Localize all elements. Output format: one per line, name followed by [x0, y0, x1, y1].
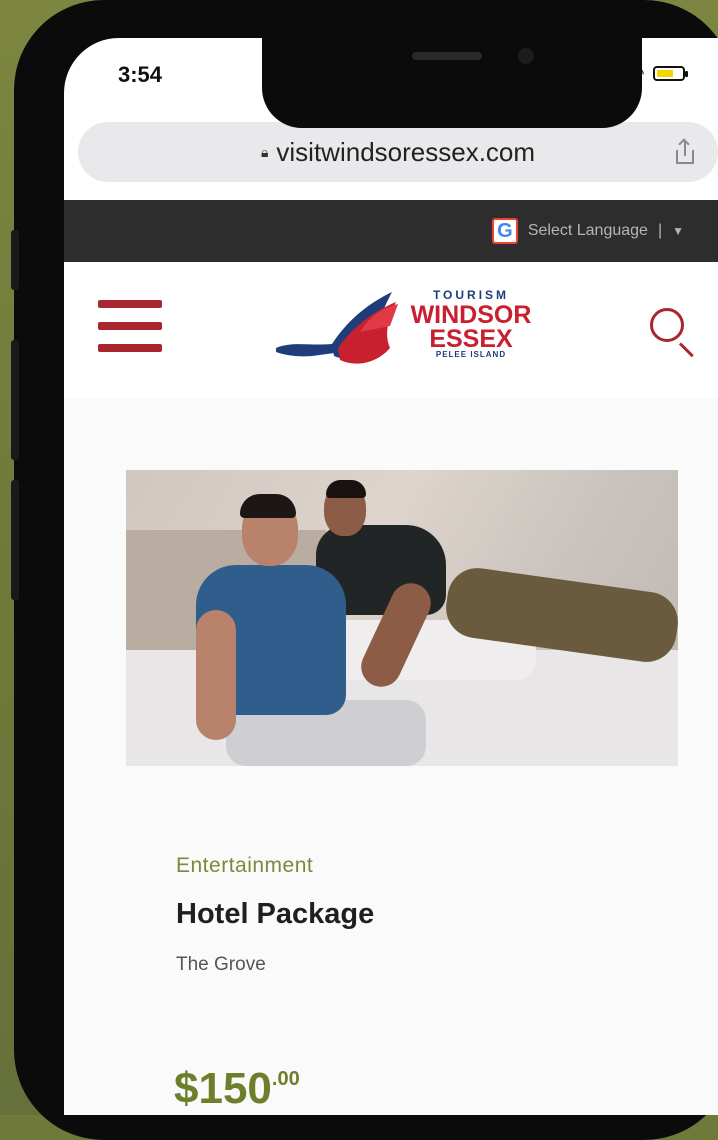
listing-venue: The Grove: [176, 954, 266, 975]
phone-screen: 3:54 ◠ 🔒︎ visitwindsoressex.com G Select…: [64, 38, 718, 1115]
language-bar: G Select Language | ▼: [64, 200, 718, 262]
logo-tourism: TOURISM: [432, 288, 510, 302]
divider: |: [657, 222, 663, 239]
google-translate-icon: G: [491, 218, 518, 244]
listing-title[interactable]: Hotel Package: [176, 898, 374, 931]
price-cents: .00: [271, 1068, 300, 1090]
language-selector[interactable]: G Select Language | ▼: [491, 218, 684, 244]
listing-price: $150.00: [174, 1064, 300, 1114]
logo-essex: ESSEX: [429, 325, 513, 353]
phone-frame: 3:54 ◠ 🔒︎ visitwindsoressex.com G Select…: [11, 0, 718, 1140]
side-button: [11, 340, 19, 460]
language-label: Select Language: [527, 222, 648, 239]
listing-category: Entertainment: [176, 854, 314, 877]
address-bar[interactable]: 🔒︎ visitwindsoressex.com: [78, 122, 718, 182]
listing-content: Entertainment Hotel Package The Grove $1…: [64, 398, 718, 1115]
speaker: [412, 52, 482, 60]
status-time: 3:54: [118, 62, 163, 87]
notch: [262, 38, 642, 128]
site-header: TOURISM WINDSOR ESSEX PELEE ISLAND: [64, 262, 718, 400]
site-logo[interactable]: TOURISM WINDSOR ESSEX PELEE ISLAND: [272, 286, 542, 376]
search-icon[interactable]: [650, 308, 702, 360]
battery-icon: [652, 65, 688, 81]
share-icon[interactable]: [676, 138, 694, 164]
lock-icon: 🔒︎: [260, 143, 269, 160]
side-button: [11, 480, 19, 600]
logo-text: TOURISM WINDSOR ESSEX PELEE ISLAND: [406, 288, 536, 359]
logo-pelee: PELEE ISLAND: [435, 350, 507, 359]
camera: [518, 48, 534, 64]
url-text: visitwindsoressex.com: [276, 136, 536, 167]
side-button: [11, 230, 19, 290]
price-main: $150: [174, 1064, 272, 1113]
goose-logo-icon: [276, 292, 398, 364]
menu-icon[interactable]: [98, 300, 162, 352]
caret-down-icon: ▼: [672, 224, 684, 238]
listing-photo[interactable]: [126, 470, 678, 766]
